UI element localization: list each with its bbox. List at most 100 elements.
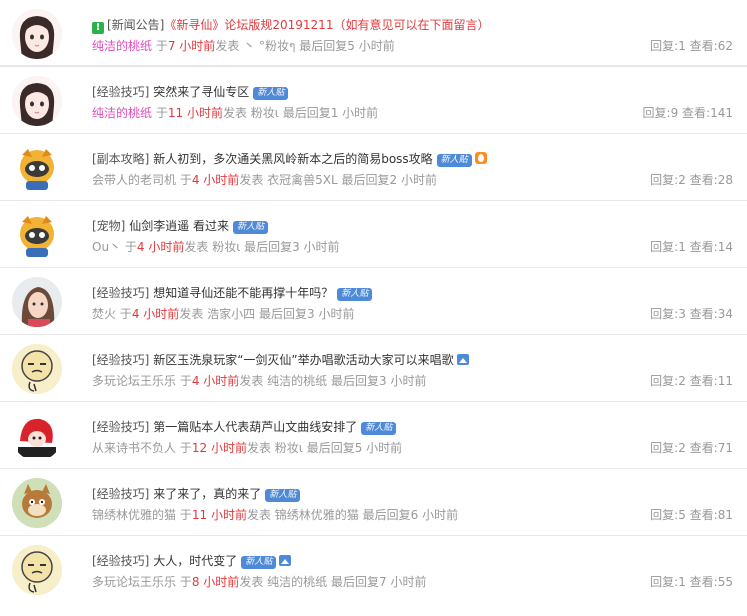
thread-category[interactable]: [经验技巧] [92, 85, 149, 99]
last-reply-time: 5 小时前 [347, 39, 395, 53]
last-replier[interactable]: 粉妆ι [212, 240, 240, 254]
last-reply-time: 1 小时前 [330, 106, 379, 120]
user-avatar[interactable] [12, 478, 62, 528]
last-replier[interactable]: 丶 °粉妆ๆ [243, 39, 295, 53]
view-count: 81 [717, 508, 733, 522]
last-reply-time: 3 小时前 [307, 307, 355, 321]
thread-stats: 回复:3 查看:34 [650, 307, 733, 321]
thread-row: [经验技巧] 第一篇贴本人代表葫芦山文曲线安排了 新人贴 从来诗书不负人 于12 … [0, 402, 747, 469]
thread-stats: 回复:1 查看:14 [650, 240, 733, 254]
image-icon [456, 354, 469, 365]
last-replier[interactable]: 纯洁的桃纸 [267, 575, 327, 589]
last-replier[interactable]: 浩家小四 [207, 307, 255, 321]
thread-author[interactable]: Ou丶 [92, 240, 121, 254]
thread-title-line: [经验技巧] 新区玉洗泉玩家“一剑灭仙”举办唱歌活动大家可以来唱歌 [92, 352, 469, 368]
image-icon [279, 555, 292, 566]
user-avatar[interactable] [12, 344, 62, 394]
thread-category[interactable]: [经验技巧] [92, 286, 149, 300]
thread-title-line: [经验技巧] 来了来了，真的来了 新人贴 [92, 486, 301, 502]
thread-title-line: ! [新闻公告]《新寻仙》论坛版规20191211（如有意见可以在下面留言） [92, 17, 489, 34]
hot-fire-icon [474, 152, 487, 164]
thread-post-time: 8 小时前 [191, 575, 240, 589]
reply-count: 2 [678, 173, 686, 187]
user-avatar[interactable] [12, 9, 62, 59]
new-user-badge: 新人贴 [337, 288, 373, 301]
last-reply-time: 2 小时前 [389, 173, 437, 187]
last-replier[interactable]: 锦绣林优雅的猫 [275, 508, 359, 522]
thread-author[interactable]: 从来诗书不负人 [92, 441, 176, 455]
thread-list: ! [新闻公告]《新寻仙》论坛版规20191211（如有意见可以在下面留言） 纯洁… [0, 0, 747, 603]
thread-category[interactable]: [经验技巧] [92, 420, 149, 434]
thread-author[interactable]: 多玩论坛王乐乐 [92, 374, 176, 388]
user-avatar[interactable] [12, 210, 62, 260]
last-replier[interactable]: 纯洁的桃纸 [267, 374, 327, 388]
thread-author[interactable]: 纯洁的桃纸 [92, 106, 152, 120]
thread-title[interactable]: 第一篇贴本人代表葫芦山文曲线安排了 [153, 420, 357, 434]
user-avatar[interactable] [12, 143, 62, 193]
thread-meta: 焚火 于4 小时前发表 浩家小四 最后回复3 小时前 [92, 307, 355, 321]
thread-title[interactable]: 突然来了寻仙专区 [153, 85, 249, 99]
thread-category[interactable]: [经验技巧] [92, 353, 149, 367]
thread-title-line: [经验技巧] 第一篇贴本人代表葫芦山文曲线安排了 新人贴 [92, 419, 397, 435]
last-replier[interactable]: 粉妆ι [275, 441, 303, 455]
last-replier[interactable]: 衣冠禽兽5XL [267, 173, 338, 187]
user-avatar[interactable] [12, 277, 62, 327]
thread-stats: 回复:1 查看:55 [650, 575, 733, 589]
thread-title[interactable]: 新区玉洗泉玩家“一剑灭仙”举办唱歌活动大家可以来唱歌 [153, 353, 453, 367]
thread-meta: 纯洁的桃纸 于7 小时前发表 丶 °粉妆ๆ 最后回复5 小时前 [92, 39, 395, 53]
thread-meta: 多玩论坛王乐乐 于8 小时前发表 纯洁的桃纸 最后回复7 小时前 [92, 575, 427, 589]
view-count: 11 [717, 374, 733, 388]
user-avatar[interactable] [12, 411, 62, 461]
thread-title[interactable]: 大人，时代变了 [153, 554, 237, 568]
thread-stats: 回复:2 查看:71 [650, 441, 733, 455]
thread-row: [宠物] 仙剑李逍遥 看过来 新人贴 Ou丶 于4 小时前发表 粉妆ι 最后回复3… [0, 201, 747, 268]
reply-count: 1 [678, 39, 686, 53]
thread-title[interactable]: 《新寻仙》论坛版规20191211（如有意见可以在下面留言） [164, 18, 489, 32]
thread-post-time: 4 小时前 [191, 374, 240, 388]
thread-post-time: 11 小时前 [167, 106, 223, 120]
thread-meta: 锦绣林优雅的猫 于11 小时前发表 锦绣林优雅的猫 最后回复6 小时前 [92, 508, 459, 522]
thread-post-time: 4 小时前 [131, 307, 180, 321]
last-reply-time: 6 小时前 [410, 508, 459, 522]
thread-stats: 回复:9 查看:141 [642, 106, 733, 120]
reply-count: 1 [678, 575, 686, 589]
reply-count: 2 [678, 441, 686, 455]
view-count: 28 [717, 173, 733, 187]
last-reply-time: 3 小时前 [379, 374, 427, 388]
thread-title-line: [经验技巧] 大人，时代变了 新人贴 [92, 553, 292, 569]
thread-title-line: [宠物] 仙剑李逍遥 看过来 新人贴 [92, 218, 269, 234]
thread-title[interactable]: 新人初到，多次通关黑风岭新本之后的简易boss攻略 [153, 152, 432, 166]
thread-row: [经验技巧] 来了来了，真的来了 新人贴 锦绣林优雅的猫 于11 小时前发表 锦绣… [0, 469, 747, 536]
user-avatar[interactable] [12, 76, 62, 126]
thread-author[interactable]: 多玩论坛王乐乐 [92, 575, 176, 589]
thread-row: [经验技巧] 突然来了寻仙专区 新人贴 纯洁的桃纸 于11 小时前发表 粉妆ι 最… [0, 67, 747, 134]
pinned-icon: ! [92, 22, 104, 34]
thread-title[interactable]: 来了来了，真的来了 [153, 487, 261, 501]
new-user-badge: 新人贴 [361, 422, 397, 435]
user-avatar[interactable] [12, 545, 62, 595]
new-user-badge: 新人贴 [233, 221, 269, 234]
thread-post-time: 4 小时前 [136, 240, 185, 254]
last-replier[interactable]: 粉妆ι [251, 106, 279, 120]
thread-category[interactable]: [宠物] [92, 219, 125, 233]
thread-title[interactable]: 仙剑李逍遥 看过来 [129, 219, 229, 233]
thread-category[interactable]: [经验技巧] [92, 554, 149, 568]
reply-count: 3 [678, 307, 686, 321]
thread-post-time: 7 小时前 [167, 39, 216, 53]
new-user-badge: 新人贴 [436, 154, 472, 167]
thread-title-line: [经验技巧] 突然来了寻仙专区 新人贴 [92, 84, 289, 100]
thread-meta: 从来诗书不负人 于12 小时前发表 粉妆ι 最后回复5 小时前 [92, 441, 403, 455]
thread-author[interactable]: 锦绣林优雅的猫 [92, 508, 176, 522]
thread-author[interactable]: 焚火 [92, 307, 116, 321]
thread-category[interactable]: [副本攻略] [92, 152, 149, 166]
thread-category[interactable]: [经验技巧] [92, 487, 149, 501]
thread-author[interactable]: 纯洁的桃纸 [92, 39, 152, 53]
thread-post-time: 12 小时前 [191, 441, 247, 455]
last-reply-time: 3 小时前 [292, 240, 340, 254]
reply-count: 1 [678, 240, 686, 254]
thread-post-time: 11 小时前 [191, 508, 247, 522]
thread-stats: 回复:5 查看:81 [650, 508, 733, 522]
thread-author[interactable]: 会带人的老司机 [92, 173, 176, 187]
thread-title[interactable]: 想知道寻仙还能不能再撑十年吗？ [153, 286, 333, 300]
thread-category[interactable]: [新闻公告] [107, 18, 164, 32]
